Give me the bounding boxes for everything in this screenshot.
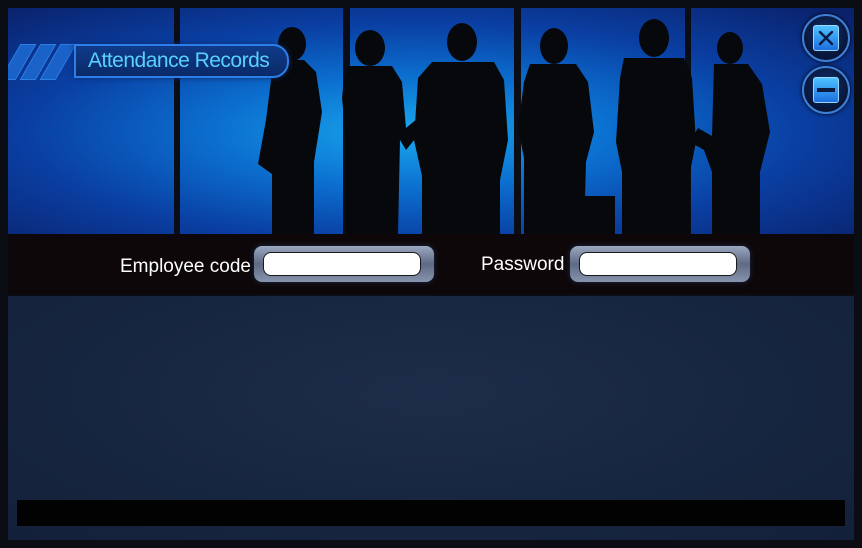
minimize-icon bbox=[813, 77, 839, 103]
close-icon bbox=[813, 25, 839, 51]
window-title: Attendance Records bbox=[88, 49, 270, 72]
employee-code-input[interactable] bbox=[263, 252, 421, 276]
status-bar bbox=[17, 500, 845, 526]
employee-code-label: Employee code : bbox=[120, 256, 262, 277]
employee-code-field-frame bbox=[254, 246, 434, 282]
password-label: Password : bbox=[481, 254, 575, 275]
title-pill: Attendance Records bbox=[74, 44, 290, 78]
business-people-silhouette-image bbox=[174, 8, 770, 234]
password-field-frame bbox=[570, 246, 750, 282]
header-banner: Attendance Records bbox=[8, 8, 854, 234]
login-bar: Employee code : Password : bbox=[8, 234, 854, 294]
app-window: Attendance Records Employee code : Passw… bbox=[0, 0, 862, 548]
close-button[interactable] bbox=[802, 14, 850, 62]
password-input[interactable] bbox=[579, 252, 737, 276]
minimize-button[interactable] bbox=[802, 66, 850, 114]
records-content-area bbox=[8, 296, 854, 540]
